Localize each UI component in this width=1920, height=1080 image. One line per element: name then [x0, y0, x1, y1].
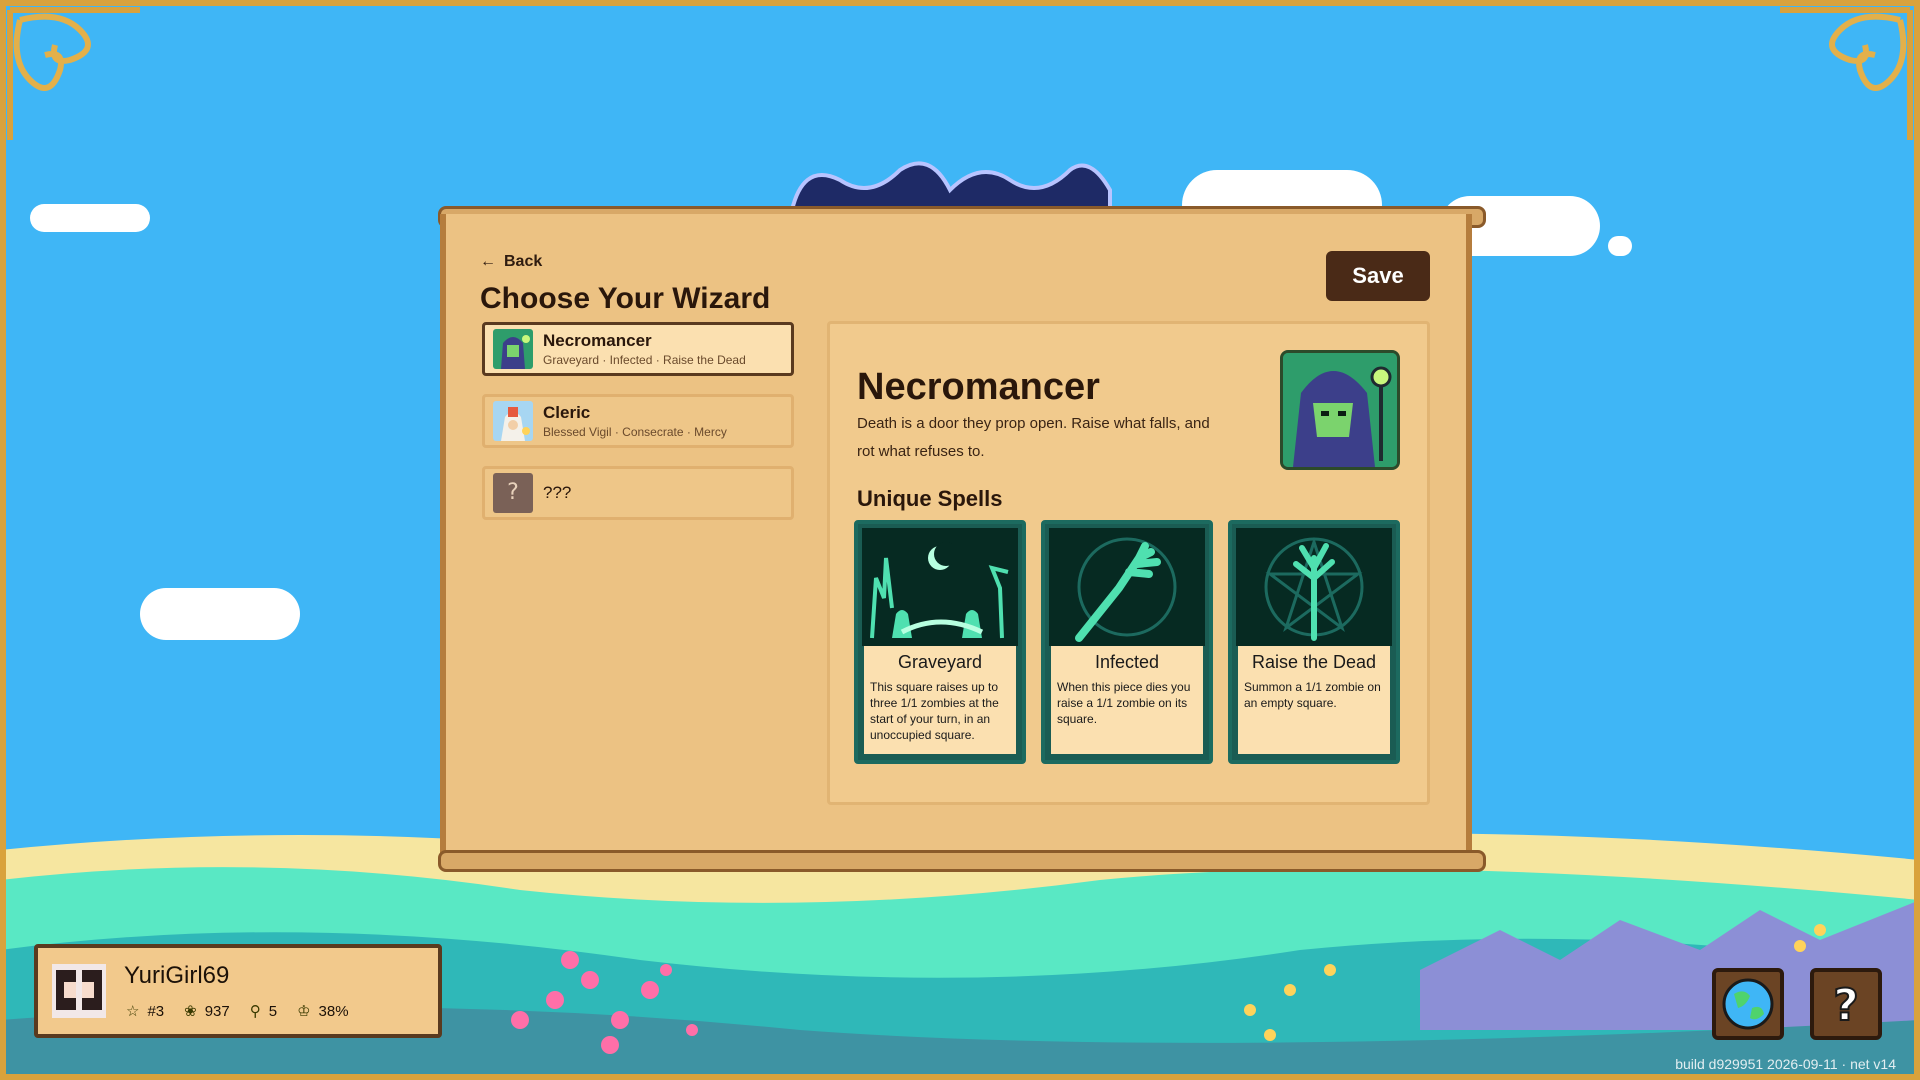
globe-icon [1722, 978, 1774, 1030]
game-logo [780, 150, 1120, 210]
stat-rating: ❀ 937 [184, 1002, 230, 1021]
rank-value: #3 [147, 1002, 165, 1020]
spell-card-graveyard[interactable]: Graveyard This square raises up to three… [854, 520, 1026, 764]
spell-card-raise-the-dead[interactable]: Raise the Dead Summon a 1/1 zombie on an… [1228, 520, 1400, 764]
trophies-value: 5 [268, 1002, 278, 1020]
arrow-left-icon: ← [480, 253, 496, 270]
wizard-item-locked[interactable]: ? ??? [482, 466, 794, 520]
spell-card-infected[interactable]: Infected When this piece dies you raise … [1041, 520, 1213, 764]
cleric-icon [493, 401, 533, 441]
spell-text: Summon a 1/1 zombie on an empty square. [1244, 680, 1381, 710]
page-title: Choose Your Wizard [480, 282, 771, 315]
back-button[interactable]: ← Back [480, 253, 542, 271]
spell-body: Infected When this piece dies you raise … [1051, 646, 1203, 754]
infected-art [1049, 528, 1205, 646]
spell-name: Graveyard [897, 652, 983, 672]
spell-name: Infected [1094, 652, 1160, 672]
player-stats: ☆ #3 ❀ 937 ⚲ 5 ♔ 38% [126, 1002, 349, 1021]
game-scene: ← Back Choose Your Wizard Save Necromanc… [0, 0, 1920, 1080]
spell-text: This square raises up to three 1/1 zombi… [870, 680, 999, 742]
spell-body: Raise the Dead Summon a 1/1 zombie on an… [1238, 646, 1390, 754]
detail-wizard-name: Necromancer [857, 366, 1100, 408]
medal-icon: ❀ [184, 1003, 197, 1020]
player-name: YuriGirl69 [124, 962, 230, 989]
cloud [1608, 236, 1632, 256]
wizard-name: ??? [543, 483, 572, 502]
stat-rank: ☆ #3 [126, 1002, 165, 1021]
detail-description: Death is a door they prop open. Raise wh… [857, 415, 1210, 460]
spell-body: Graveyard This square raises up to three… [864, 646, 1016, 754]
crown-icon: ♔ [297, 1003, 311, 1020]
spell-text: When this piece dies you raise a 1/1 zom… [1057, 680, 1191, 726]
win-rate-value: 38% [318, 1002, 349, 1020]
raise-the-dead-art [1236, 528, 1392, 646]
svg-text:?: ? [1833, 980, 1859, 1031]
trophy-icon: ⚲ [249, 1003, 261, 1020]
wizard-list: Necromancer Graveyard · Infected · Raise… [482, 322, 794, 538]
rating-value: 937 [204, 1002, 230, 1020]
spell-name: Raise the Dead [1251, 652, 1377, 672]
graveyard-art [862, 528, 1018, 646]
stat-win-rate: ♔ 38% [297, 1002, 349, 1021]
ornament-corner [1780, 7, 1913, 140]
wizard-name: Cleric [543, 403, 591, 422]
ornament-corner [7, 7, 140, 140]
avatar [52, 964, 106, 1018]
wizard-item-necromancer[interactable]: Necromancer Graveyard · Infected · Raise… [482, 322, 794, 376]
wizard-spells: Blessed Vigil · Consecrate · Mercy [543, 425, 727, 439]
scroll-rod-bottom [438, 850, 1486, 872]
wizard-spells: Graveyard · Infected · Raise the Dead [543, 353, 746, 367]
spells-heading: Unique Spells [857, 486, 1003, 511]
save-button[interactable]: Save [1326, 251, 1430, 301]
back-label: Back [504, 253, 543, 270]
wizard-name: Necromancer [543, 331, 652, 350]
globe-button[interactable] [1712, 968, 1784, 1040]
necromancer-icon [493, 329, 533, 369]
stat-trophies: ⚲ 5 [249, 1002, 278, 1021]
star-icon: ☆ [126, 1003, 140, 1020]
question-icon: ? [493, 473, 533, 513]
build-label: build d929951 2026-09-11 · net v14 [1675, 1056, 1896, 1072]
wizard-item-cleric[interactable]: Cleric Blessed Vigil · Consecrate · Merc… [482, 394, 794, 448]
player-card[interactable]: YuriGirl69 ☆ #3 ❀ 937 ⚲ 5 ♔ 38% [34, 944, 442, 1038]
necromancer-portrait [1280, 350, 1400, 470]
help-button[interactable]: ? [1810, 968, 1882, 1040]
cloud [140, 588, 300, 640]
help-icon: ? [1832, 979, 1860, 1032]
cloud [30, 204, 150, 232]
